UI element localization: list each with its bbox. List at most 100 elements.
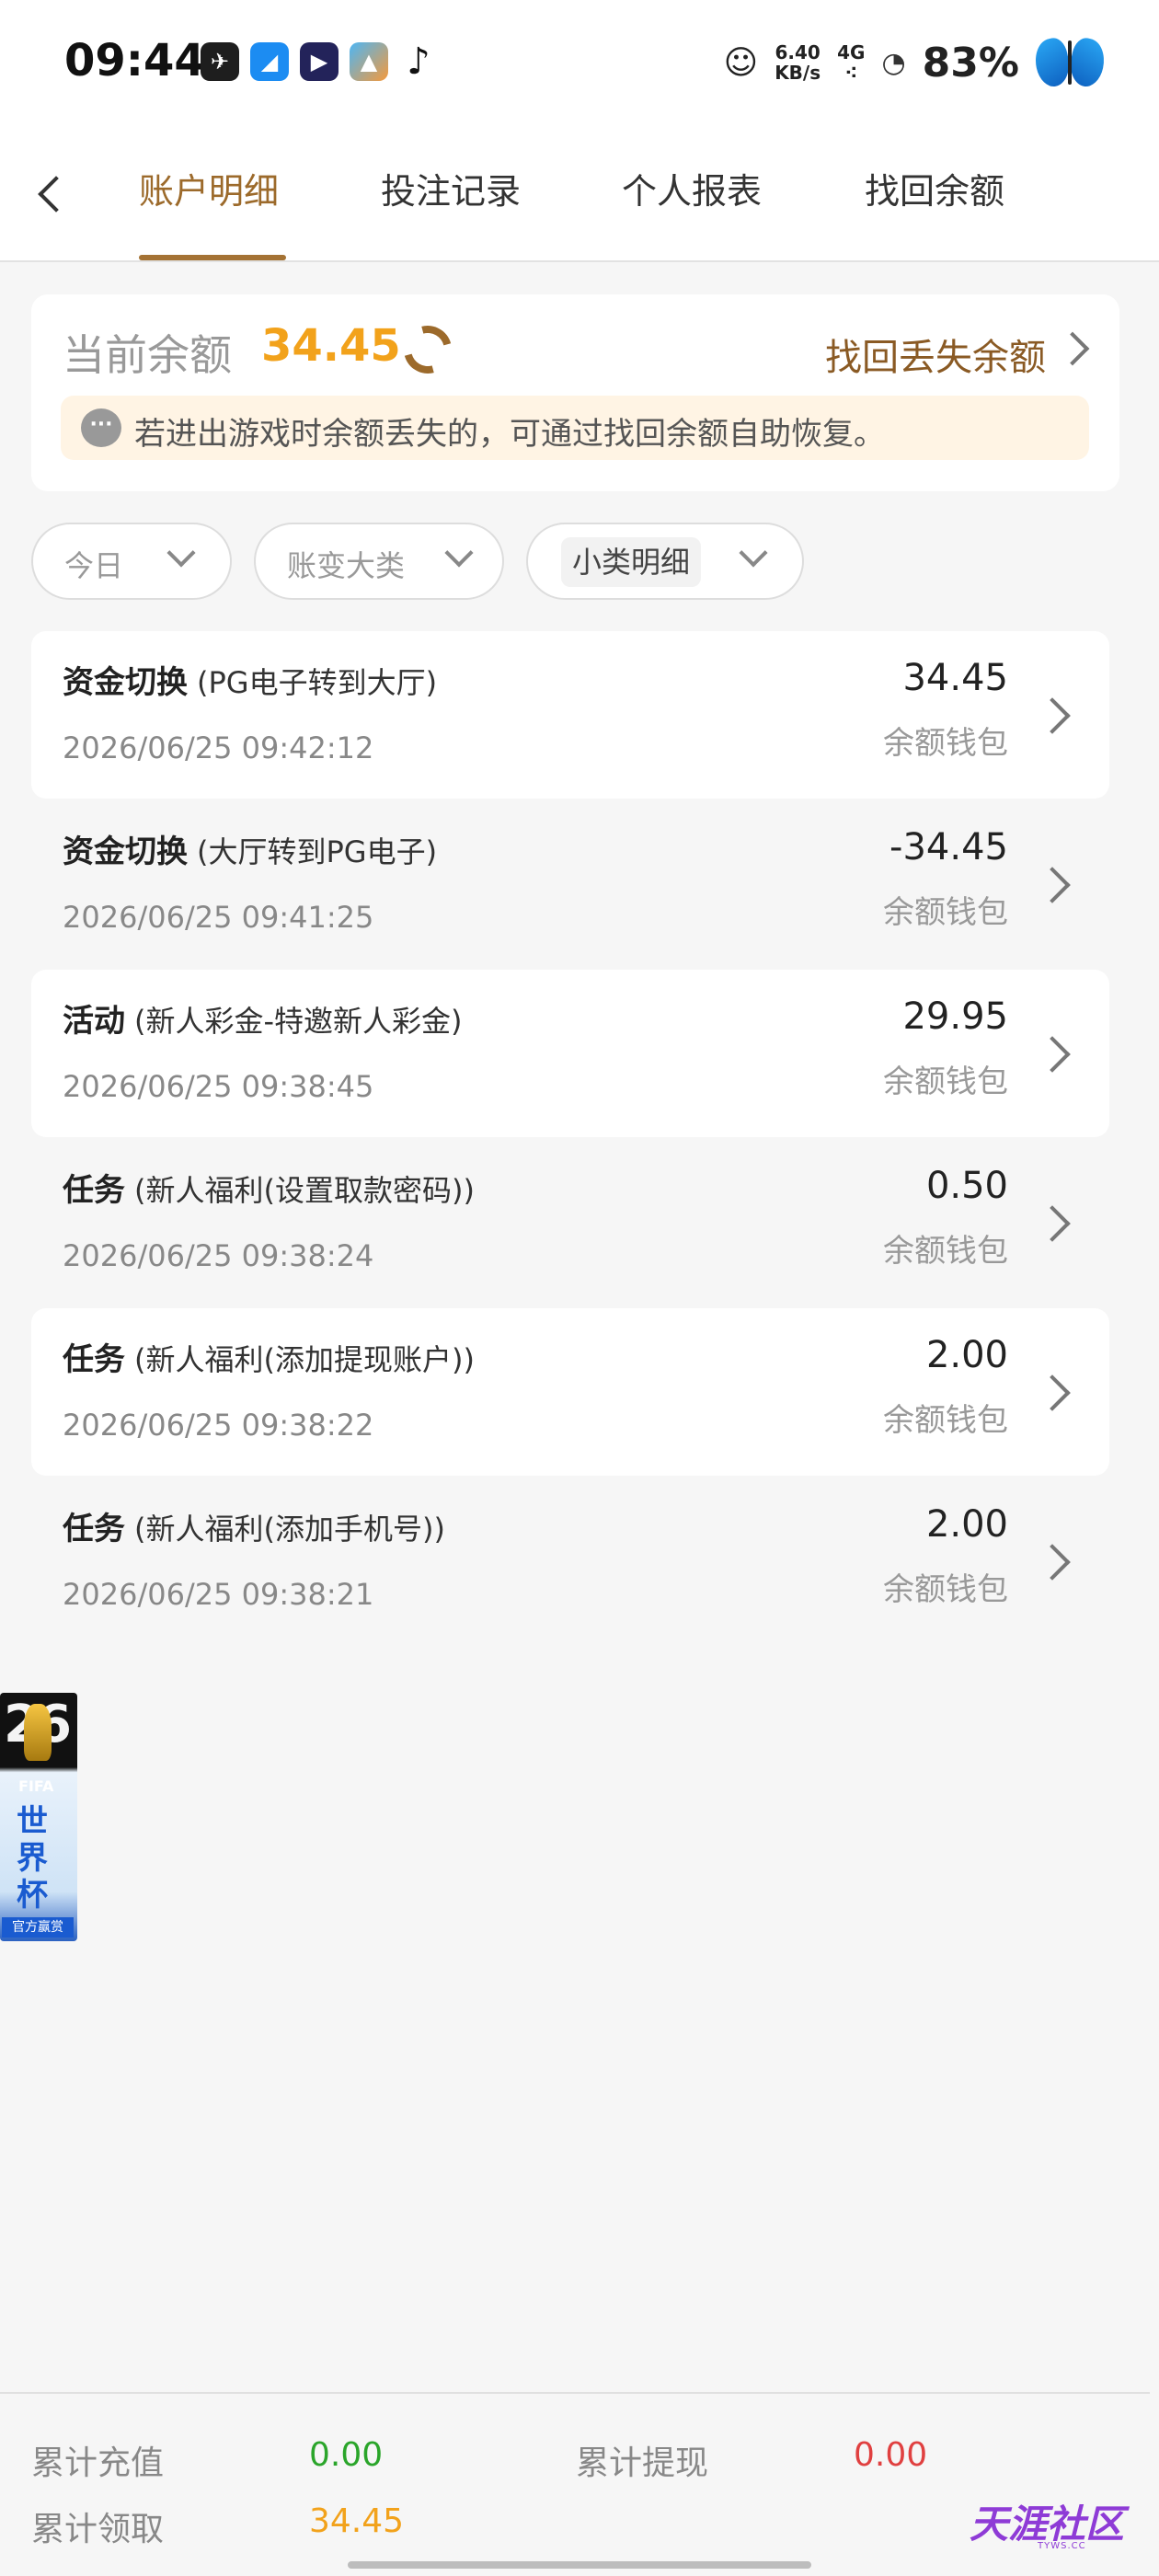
chat-bubble-icon: ··· bbox=[81, 408, 121, 447]
tab-account-detail[interactable]: 账户明细 bbox=[139, 163, 279, 213]
record-type: 资金切换 bbox=[63, 664, 188, 701]
chevron-down-icon bbox=[166, 538, 196, 568]
record-subtype: (新人福利(添加手机号)) bbox=[134, 1512, 445, 1547]
record-row[interactable]: 任务 (新人福利(设置取款密码)) 2026/06/25 09:38:24 0.5… bbox=[31, 1139, 1109, 1306]
filter-date[interactable]: 今日 bbox=[31, 523, 232, 600]
record-wallet: 余额钱包 bbox=[883, 1571, 1008, 1608]
filter-sub-category[interactable]: 小类明细 bbox=[526, 523, 804, 600]
chevron-right-icon bbox=[1034, 1205, 1071, 1242]
signal-icon: ⁖ bbox=[844, 62, 858, 84]
banner-tag: 官方赢赏 bbox=[2, 1917, 74, 1938]
record-wallet: 余额钱包 bbox=[883, 725, 1008, 762]
tip-box: ··· 若进出游戏时余额丢失的，可通过找回余额自助恢复。 bbox=[61, 396, 1089, 460]
record-row[interactable]: 活动 (新人彩金-特邀新人彩金) 2026/06/25 09:38:45 29.9… bbox=[31, 970, 1109, 1137]
tab-bar: 账户明细 投注记录 个人报表 找回余额 bbox=[0, 124, 1159, 262]
net-speed: 6.40 KB/s bbox=[775, 42, 820, 83]
record-row[interactable]: 资金切换 (PG电子转到大厅) 2026/06/25 09:42:12 34.45… bbox=[31, 631, 1109, 799]
filter-date-label: 今日 bbox=[64, 548, 124, 583]
record-wallet: 余额钱包 bbox=[883, 894, 1008, 931]
filter-major-category[interactable]: 账变大类 bbox=[254, 523, 504, 600]
record-subtype: (新人彩金-特邀新人彩金) bbox=[134, 1004, 463, 1039]
active-tab-indicator bbox=[139, 255, 286, 260]
record-amount: 0.50 bbox=[925, 1165, 1008, 1207]
chevron-right-icon bbox=[1034, 1544, 1071, 1581]
wifi-icon: ◔ bbox=[881, 46, 906, 79]
recover-lost-balance-link[interactable]: 找回丢失余额 bbox=[825, 328, 1046, 381]
record-amount: 34.45 bbox=[902, 657, 1008, 699]
record-subtype: (大厅转到PG电子) bbox=[197, 834, 438, 869]
balance-card: 当前余额 34.45 找回丢失余额 ··· 若进出游戏时余额丢失的，可通过找回余… bbox=[31, 294, 1119, 491]
butterfly-icon bbox=[1030, 35, 1109, 90]
claim-total-value: 34.45 bbox=[309, 2502, 405, 2540]
banner-fifa: FIFA bbox=[18, 1777, 54, 1795]
record-subtype: (PG电子转到大厅) bbox=[197, 665, 438, 700]
record-type: 活动 bbox=[63, 1003, 125, 1040]
chevron-right-icon bbox=[1034, 697, 1071, 734]
record-time: 2026/06/25 09:38:24 bbox=[63, 1238, 374, 1273]
record-title: 活动 (新人彩金-特邀新人彩金) bbox=[63, 995, 463, 1041]
record-title: 任务 (新人福利(添加手机号)) bbox=[63, 1503, 445, 1548]
status-time: 09:44 bbox=[64, 35, 205, 86]
face-icon: ☺ bbox=[723, 43, 759, 82]
chevron-down-icon bbox=[444, 538, 474, 568]
record-amount: 2.00 bbox=[925, 1503, 1008, 1546]
tiktok-icon: ♪ bbox=[407, 40, 430, 83]
gallery-icon: ▲ bbox=[350, 42, 388, 81]
status-app-icons: ✈ ◢ ▶ ▲ ♪ bbox=[201, 40, 438, 83]
record-type: 任务 bbox=[63, 1341, 125, 1378]
back-button[interactable] bbox=[32, 170, 69, 216]
record-title: 资金切换 (大厅转到PG电子) bbox=[63, 826, 437, 871]
deposit-total-value: 0.00 bbox=[309, 2436, 384, 2474]
record-amount: -34.45 bbox=[889, 826, 1008, 868]
record-wallet: 余额钱包 bbox=[883, 1064, 1008, 1100]
network-label: 4G bbox=[837, 41, 866, 63]
network-type: 4G ⁖ bbox=[837, 42, 865, 83]
battery-level: 83% bbox=[922, 39, 1019, 86]
net-speed-unit: KB/s bbox=[775, 62, 821, 84]
filter-major-category-label: 账变大类 bbox=[287, 548, 406, 583]
record-time: 2026/06/25 09:38:45 bbox=[63, 1069, 374, 1104]
record-subtype: (新人福利(添加提现账户)) bbox=[134, 1342, 475, 1377]
record-type: 资金切换 bbox=[63, 834, 188, 870]
balance-value: 34.45 bbox=[261, 320, 401, 372]
record-time: 2026/06/25 09:42:12 bbox=[63, 730, 374, 765]
trophy-icon bbox=[24, 1704, 52, 1761]
chevron-right-icon[interactable] bbox=[1055, 331, 1090, 366]
tab-bet-records[interactable]: 投注记录 bbox=[381, 163, 521, 213]
record-time: 2026/06/25 09:41:25 bbox=[63, 900, 374, 935]
filter-sub-category-label: 小类明细 bbox=[561, 537, 702, 587]
record-title: 任务 (新人福利(设置取款密码)) bbox=[63, 1165, 475, 1210]
refresh-icon[interactable] bbox=[395, 316, 461, 383]
record-type: 任务 bbox=[63, 1511, 125, 1547]
record-row[interactable]: 任务 (新人福利(添加手机号)) 2026/06/25 09:38:21 2.00… bbox=[31, 1478, 1109, 1645]
record-row[interactable]: 任务 (新人福利(添加提现账户)) 2026/06/25 09:38:22 2.0… bbox=[31, 1308, 1109, 1476]
status-right: ☺ 6.40 KB/s 4G ⁖ ◔ 83% bbox=[723, 35, 1109, 90]
record-amount: 29.95 bbox=[902, 995, 1008, 1038]
home-indicator[interactable] bbox=[348, 2561, 811, 2569]
claim-total-label: 累计领取 bbox=[31, 2511, 165, 2548]
record-subtype: (新人福利(设置取款密码)) bbox=[134, 1173, 475, 1208]
record-amount: 2.00 bbox=[925, 1334, 1008, 1376]
chevron-down-icon bbox=[739, 538, 768, 568]
record-row[interactable]: 资金切换 (大厅转到PG电子) 2026/06/25 09:41:25 -34.4… bbox=[31, 800, 1109, 968]
record-wallet: 余额钱包 bbox=[883, 1402, 1008, 1439]
net-speed-value: 6.40 bbox=[775, 41, 820, 63]
record-time: 2026/06/25 09:38:21 bbox=[63, 1577, 374, 1612]
tab-recover-balance[interactable]: 找回余额 bbox=[865, 163, 1004, 213]
tip-text: 若进出游戏时余额丢失的，可通过找回余额自助恢复。 bbox=[134, 416, 885, 453]
world-cup-banner[interactable]: 26 FIFA 世界杯 官方赢赏 bbox=[0, 1693, 77, 1941]
banner-title: 世界杯 bbox=[17, 1803, 48, 1914]
record-time: 2026/06/25 09:38:22 bbox=[63, 1408, 374, 1443]
status-bar: 09:44 ✈ ◢ ▶ ▲ ♪ ☺ 6.40 KB/s 4G ⁖ ◔ 83% bbox=[0, 0, 1159, 124]
telegram-icon: ✈ bbox=[201, 42, 239, 81]
tab-personal-report[interactable]: 个人报表 bbox=[622, 163, 762, 213]
chevron-right-icon bbox=[1034, 1036, 1071, 1073]
video-app-icon: ▶ bbox=[300, 42, 339, 81]
record-title: 任务 (新人福利(添加提现账户)) bbox=[63, 1334, 475, 1379]
record-title: 资金切换 (PG电子转到大厅) bbox=[63, 657, 437, 702]
record-wallet: 余额钱包 bbox=[883, 1233, 1008, 1270]
record-type: 任务 bbox=[63, 1172, 125, 1209]
blue-app-icon: ◢ bbox=[250, 42, 289, 81]
chevron-right-icon bbox=[1034, 1374, 1071, 1411]
withdraw-total-value: 0.00 bbox=[854, 2436, 928, 2474]
